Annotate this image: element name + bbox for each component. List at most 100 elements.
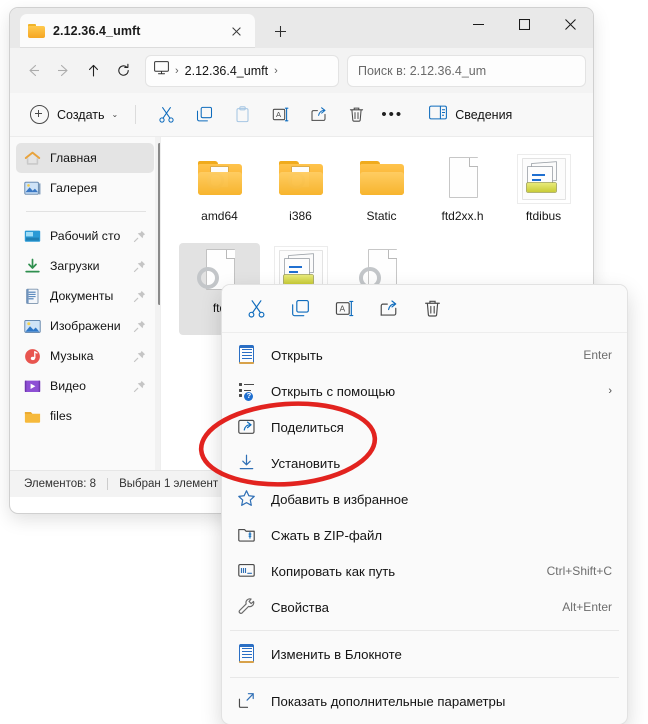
context-menu-items: Открыть Enter Открыть с помощью › Подели… <box>222 333 627 719</box>
context-menu-item-compress-zip[interactable]: Сжать в ZIP-файл <box>227 517 622 553</box>
search-placeholder: Поиск в: 2.12.36.4_um <box>358 63 487 78</box>
context-menu-item-label: Поделиться <box>271 419 344 435</box>
address-bar[interactable]: › 2.12.36.4_umft › <box>146 55 338 86</box>
folder-with-gear-icon <box>194 155 246 203</box>
install-icon <box>237 453 257 473</box>
context-menu-item-open[interactable]: Открыть Enter <box>227 337 622 373</box>
context-menu-item-open-with[interactable]: Открыть с помощью › <box>227 373 622 409</box>
sidebar-item-label: Загрузки <box>50 259 100 273</box>
context-menu-item-label: Изменить в Блокноте <box>271 646 402 662</box>
pin-icon[interactable] <box>133 290 146 303</box>
sidebar-item-desktop[interactable]: Рабочий сто <box>16 221 154 251</box>
shortcut-label: Enter <box>583 348 612 362</box>
context-menu-item-label: Сжать в ZIP-файл <box>271 527 383 543</box>
desktop-icon <box>24 228 41 245</box>
shortcut-label: Ctrl+Shift+C <box>546 564 612 578</box>
chevron-right-icon: › <box>608 385 612 397</box>
context-menu-item-add-favorites[interactable]: Добавить в избранное <box>227 481 622 517</box>
copy-icon[interactable] <box>185 100 223 130</box>
folder-icon <box>24 408 41 425</box>
context-menu-item-properties[interactable]: Свойства Alt+Enter <box>227 589 622 625</box>
share-icon[interactable] <box>299 100 337 130</box>
context-menu-item-label: Копировать как путь <box>271 563 396 579</box>
pictures-icon <box>24 318 41 335</box>
gallery-icon <box>24 180 41 197</box>
pin-icon[interactable] <box>133 230 146 243</box>
context-menu-divider <box>230 677 619 678</box>
copy-path-icon <box>237 561 257 581</box>
context-menu-item-copy-path[interactable]: Копировать как путь Ctrl+Shift+C <box>227 553 622 589</box>
navigation-bar: › 2.12.36.4_umft › Поиск в: 2.12.36.4_um <box>10 48 593 93</box>
breadcrumb-current[interactable]: 2.12.36.4_umft <box>185 64 268 78</box>
new-button[interactable]: Создать ⌄ <box>24 100 124 130</box>
zip-icon <box>237 525 257 545</box>
sidebar-item-home[interactable]: Главная <box>16 143 154 173</box>
sidebar-item-files[interactable]: files <box>16 401 154 431</box>
file-item[interactable]: ftdibus <box>503 151 584 243</box>
maximize-button[interactable] <box>501 8 547 40</box>
tab-title: 2.12.36.4_umft <box>53 24 141 38</box>
delete-icon[interactable] <box>410 292 454 326</box>
sidebar-item-label: Рабочий сто <box>50 229 121 243</box>
chevron-down-icon: ⌄ <box>111 110 119 119</box>
context-menu-item-label: Добавить в избранное <box>271 491 409 507</box>
file-name: ftdibus <box>525 209 562 223</box>
selection-count-label: Выбран 1 элемент <box>119 478 219 490</box>
delete-icon[interactable] <box>337 100 375 130</box>
details-pane-button[interactable]: Сведения <box>423 100 518 130</box>
minimize-button[interactable] <box>455 8 501 40</box>
sidebar-divider <box>26 211 146 212</box>
more-options-button[interactable]: ••• <box>375 100 409 130</box>
shortcut-label: Alt+Enter <box>562 600 612 614</box>
rename-icon[interactable]: A <box>261 100 299 130</box>
up-arrow-icon[interactable] <box>78 56 108 86</box>
share-icon[interactable] <box>366 292 410 326</box>
close-tab-icon[interactable] <box>225 20 247 42</box>
context-menu-item-install[interactable]: Установить <box>227 445 622 481</box>
pin-icon[interactable] <box>133 350 146 363</box>
cut-icon[interactable] <box>147 100 185 130</box>
sidebar-item-videos[interactable]: Видео <box>16 371 154 401</box>
file-item[interactable]: amd64 <box>179 151 260 243</box>
pin-icon[interactable] <box>133 260 146 273</box>
sidebar-item-pictures[interactable]: Изображени <box>16 311 154 341</box>
sidebar-item-downloads[interactable]: Загрузки <box>16 251 154 281</box>
pin-icon[interactable] <box>133 380 146 393</box>
back-arrow-icon[interactable] <box>18 56 48 86</box>
refresh-icon[interactable] <box>108 56 138 86</box>
cut-icon[interactable] <box>234 292 278 326</box>
home-icon <box>24 150 41 167</box>
context-menu-item-label: Свойства <box>271 599 329 615</box>
wrench-icon <box>237 597 257 617</box>
sidebar-item-music[interactable]: Музыка <box>16 341 154 371</box>
context-menu-item-label: Показать дополнительные параметры <box>271 693 506 709</box>
forward-arrow-icon[interactable] <box>48 56 78 86</box>
notepad-icon <box>237 644 257 664</box>
file-item[interactable]: Static <box>341 151 422 243</box>
file-item[interactable]: ftd2xx.h <box>422 151 503 243</box>
sidebar-item-label: Музыка <box>50 349 94 363</box>
copy-icon[interactable] <box>278 292 322 326</box>
rename-icon[interactable]: A <box>322 292 366 326</box>
sidebar-item-gallery[interactable]: Галерея <box>16 173 154 203</box>
music-icon <box>24 348 41 365</box>
pin-icon[interactable] <box>133 320 146 333</box>
close-button[interactable] <box>547 8 593 40</box>
videos-icon <box>24 378 41 395</box>
sidebar-item-documents[interactable]: Документы <box>16 281 154 311</box>
sidebar-item-label: Документы <box>50 289 114 303</box>
context-menu-item-share[interactable]: Поделиться <box>227 409 622 445</box>
tab-current-folder[interactable]: 2.12.36.4_umft <box>20 14 255 48</box>
context-menu-item-show-more-options[interactable]: Показать дополнительные параметры <box>227 683 622 719</box>
breadcrumb-separator-end[interactable]: › <box>274 65 278 77</box>
new-tab-button[interactable] <box>268 20 292 42</box>
search-input[interactable]: Поиск в: 2.12.36.4_um <box>348 55 585 86</box>
svg-text:A: A <box>276 110 282 119</box>
downloads-icon <box>24 258 41 275</box>
file-item[interactable]: i386 <box>260 151 341 243</box>
this-pc-icon[interactable] <box>154 61 169 80</box>
svg-text:A: A <box>339 304 345 314</box>
context-menu-item-edit-notepad[interactable]: Изменить в Блокноте <box>227 636 622 672</box>
details-pane-icon <box>429 105 448 125</box>
details-pane-label: Сведения <box>455 107 513 122</box>
